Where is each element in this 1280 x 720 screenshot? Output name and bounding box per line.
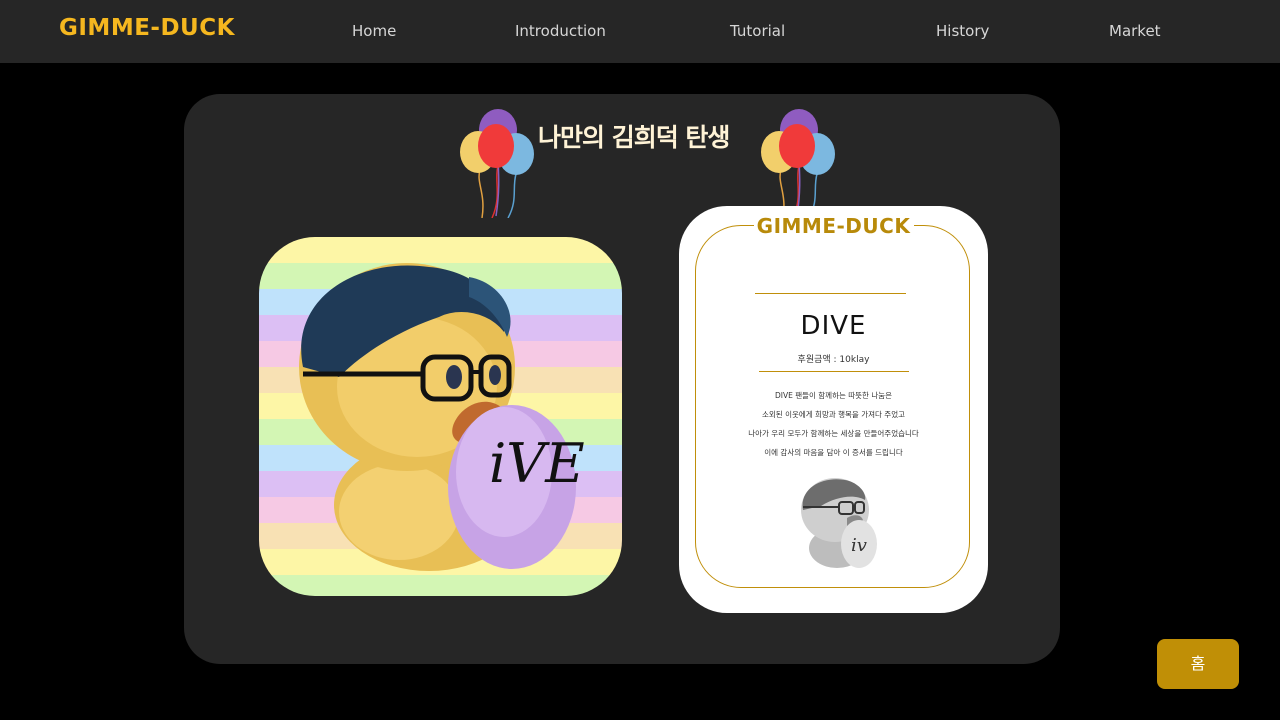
certificate-line: 이에 감사의 마음을 담아 이 증서를 드립니다	[764, 448, 903, 457]
top-nav-bar: GIMME-DUCK Home Introduction Tutorial Hi…	[0, 0, 1280, 63]
nav-link-tutorial[interactable]: Tutorial	[730, 22, 785, 40]
balloons-right-icon	[761, 109, 835, 218]
certificate-divider-bottom	[759, 371, 909, 372]
certificate-amount: 후원금액 : 10klay	[797, 355, 870, 365]
certificate-line: DIVE 팬들이 함께하는 따뜻한 나눔은	[774, 391, 893, 400]
headline: 나만의 김희덕 탄생	[538, 123, 730, 152]
home-button[interactable]: 홈	[1157, 639, 1239, 689]
nav-link-introduction[interactable]: Introduction	[515, 22, 606, 40]
certificate-name: DIVE	[800, 311, 867, 341]
egg-logo-text: iVE	[489, 432, 585, 495]
certificate-title: GIMME-DUCK	[756, 214, 911, 238]
duck-illustration-icon	[259, 237, 622, 596]
certificate-card: GIMME-DUCK DIVE 후원금액 : 10klay DIVE 팬들이 함…	[679, 206, 988, 613]
nav-link-market[interactable]: Market	[1109, 22, 1161, 40]
certificate-line: 소외된 이웃에게 희망과 행복을 가져다 주었고	[761, 410, 906, 419]
certificate-divider-top	[755, 293, 906, 294]
balloons-left-icon	[460, 109, 534, 218]
certificate-line: 나아가 우리 모두가 함께하는 세상을 만들어주었습니다	[748, 429, 919, 438]
nft-duck-image: iVE	[259, 237, 622, 596]
brand-logo[interactable]: GIMME-DUCK	[59, 15, 235, 41]
nav-link-history[interactable]: History	[936, 22, 989, 40]
svg-text:iv: iv	[851, 535, 867, 556]
duck-stamp-icon: iv	[801, 478, 877, 568]
nav-link-home[interactable]: Home	[352, 22, 396, 40]
